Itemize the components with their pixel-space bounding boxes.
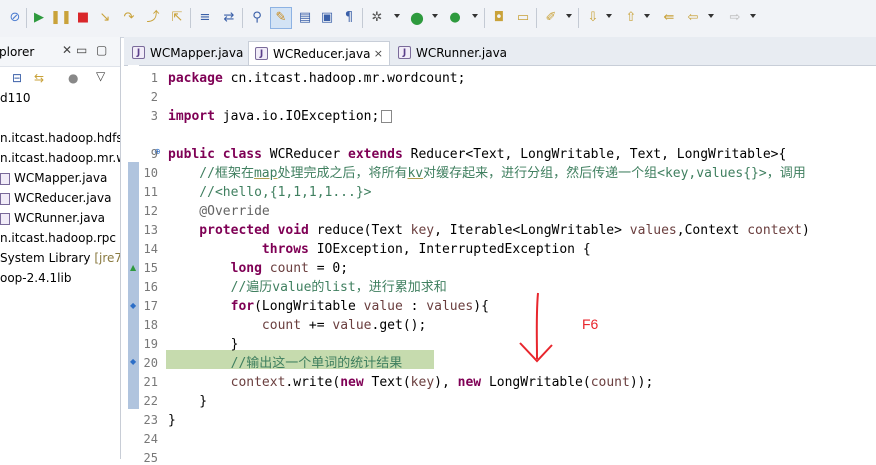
java-file-icon: J: [255, 47, 268, 60]
line-number: 1: [150, 71, 158, 85]
line-number: 19: [143, 337, 158, 351]
skip-breakpoints-icon[interactable]: ⊘: [6, 9, 24, 27]
tree-item[interactable]: d110: [0, 88, 120, 108]
back-icon[interactable]: ⇦: [684, 9, 702, 27]
tab-wcreducer[interactable]: J WCReducer.java ×: [248, 41, 390, 65]
java-file-icon: J: [398, 46, 411, 59]
coverage-icon[interactable]: ●: [446, 9, 464, 27]
step-into-icon[interactable]: ↘: [96, 9, 114, 27]
package-explorer: plorer ✕ ▭ ▢ ⊟ ⇆ ● ▽ d110 n.itcast.hadoo…: [0, 37, 121, 459]
line-number: 25: [143, 451, 158, 465]
code-line: public class WCReducer extends Reducer<T…: [168, 147, 787, 162]
code-line-current: count += value.get();: [261, 318, 427, 333]
tree-item[interactable]: WCMapper.java: [0, 168, 120, 188]
code-line: @Override: [168, 204, 270, 219]
toggle-breakpoint-icon[interactable]: ⇄: [220, 9, 238, 27]
forward-icon[interactable]: ⇨: [726, 9, 744, 27]
code-line: }: [168, 394, 208, 409]
maximize-icon[interactable]: ▢: [96, 43, 107, 57]
code-line: //框架在map处理完成之后，将所有kv对缓存起来，进行分组，然后传递一个组<k…: [168, 166, 806, 181]
code-line: context.write(new Text(key), new LongWri…: [230, 375, 654, 390]
code-editor: J WCMapper.java J WCReducer.java × J WCRunne…: [124, 37, 876, 465]
code-line: }: [168, 337, 239, 352]
red-arrow-annotation: [519, 292, 553, 363]
tree-item[interactable]: oop-2.4.1lib: [0, 268, 120, 288]
code-line: //遍历value的list，进行累加求和: [168, 280, 447, 295]
step-over-icon[interactable]: ↷: [120, 9, 138, 27]
line-number: 3: [150, 109, 158, 123]
tree-item[interactable]: n.itcast.hadoop.mr.w: [0, 148, 120, 168]
main-toolbar: ⊘ ▶ ❚❚ ■ ↘ ↷ ⤴ ⇱ ≡ ⇄ ⚲ ✎ ▤ ▣ ¶ ✲ ● ● ◘ ▭…: [0, 0, 876, 38]
open-type-icon[interactable]: ▭: [514, 9, 532, 27]
line-number: 10: [143, 166, 158, 180]
java-file-icon: [0, 192, 10, 205]
drop-to-frame-icon[interactable]: ⇱: [168, 9, 186, 27]
line-number: 2: [150, 90, 158, 104]
java-file-icon: [0, 172, 10, 185]
next-annotation-icon[interactable]: ⇩: [584, 9, 602, 27]
code-line: long count = 0;: [168, 261, 349, 276]
close-tab-icon[interactable]: ×: [374, 42, 383, 66]
minimize-icon[interactable]: ▭: [76, 43, 87, 57]
debug-icon[interactable]: ✲: [368, 9, 386, 27]
line-number: 18: [143, 318, 158, 332]
folded-imports-icon[interactable]: [381, 110, 393, 123]
code-line: package cn.itcast.hadoop.mr.wordcount;: [168, 71, 466, 86]
line-number: 11: [143, 185, 158, 199]
line-number: 16: [143, 280, 158, 294]
code-line: protected void reduce(Text key, Iterable…: [168, 223, 810, 238]
search-icon[interactable]: ✐: [542, 9, 560, 27]
line-number: 22: [143, 394, 158, 408]
line-number: 17: [143, 299, 158, 313]
line-number: 12: [143, 204, 158, 218]
code-line: //<hello,{1,1,1,1...}>: [168, 185, 372, 200]
line-number: 9: [150, 147, 158, 161]
f6-annotation-label: F6: [582, 316, 599, 332]
use-step-filters-icon[interactable]: ≡: [196, 9, 214, 27]
line-number: 20: [143, 356, 158, 370]
code-line: //输出这一个单词的统计结果: [168, 356, 403, 371]
close-icon[interactable]: ✕: [62, 43, 72, 57]
properties-icon[interactable]: ▤: [296, 9, 314, 27]
line-number: 21: [143, 375, 158, 389]
tree-item[interactable]: n.itcast.hadoop.hdfs: [0, 128, 120, 148]
highlight-icon[interactable]: ✎: [270, 7, 292, 29]
run-last-icon[interactable]: ⚲: [248, 9, 266, 27]
explorer-title: plorer: [0, 45, 35, 59]
show-whitespace-icon[interactable]: ▣: [318, 9, 336, 27]
tree-item[interactable]: System Library [jre7]: [0, 248, 120, 268]
new-package-icon[interactable]: ◘: [490, 9, 508, 27]
tree-item[interactable]: WCRunner.java: [0, 208, 120, 228]
resume-icon[interactable]: ▶: [30, 9, 48, 27]
step-return-icon[interactable]: ⤴: [144, 9, 162, 27]
tree-item[interactable]: WCReducer.java: [0, 188, 120, 208]
link-with-editor-icon[interactable]: ⇆: [34, 71, 44, 85]
view-menu-icon[interactable]: ▽: [96, 69, 105, 83]
run-icon[interactable]: ●: [408, 9, 426, 27]
focus-icon[interactable]: ●: [68, 71, 78, 85]
prev-annotation-icon[interactable]: ⇧: [622, 9, 640, 27]
line-number: 13: [143, 223, 158, 237]
code-line: throws IOException, InterruptedException…: [168, 242, 591, 257]
suspend-icon[interactable]: ❚❚: [50, 9, 72, 27]
tree-item[interactable]: n.itcast.hadoop.rpc: [0, 228, 120, 248]
explorer-tab[interactable]: plorer ✕ ▭ ▢: [0, 37, 120, 67]
line-number: 14: [143, 242, 158, 256]
code-area[interactable]: ⊕ ▲ ◆ ◆ 1 2 3 9 10 11 12 13 14 15 16 17 …: [124, 65, 876, 465]
paragraph-icon[interactable]: ¶: [340, 9, 358, 27]
java-file-icon: [0, 212, 10, 225]
terminate-icon[interactable]: ■: [74, 9, 92, 27]
tab-wcrunner[interactable]: J WCRunner.java: [392, 41, 512, 65]
collapse-all-icon[interactable]: ⊟: [12, 71, 22, 85]
last-edit-icon[interactable]: ⇚: [660, 9, 678, 27]
code-line: for(LongWritable value : values){: [168, 299, 489, 314]
java-file-icon: J: [132, 46, 145, 59]
line-number: 15: [143, 261, 158, 275]
line-number: 23: [143, 413, 158, 427]
code-line: import java.io.IOException;: [168, 107, 393, 126]
editor-tabbar: J WCMapper.java J WCReducer.java × J WCRunne…: [124, 37, 876, 66]
line-number: 24: [143, 432, 158, 446]
code-line: }: [168, 413, 176, 428]
tab-wcmapper[interactable]: J WCMapper.java: [126, 41, 246, 65]
